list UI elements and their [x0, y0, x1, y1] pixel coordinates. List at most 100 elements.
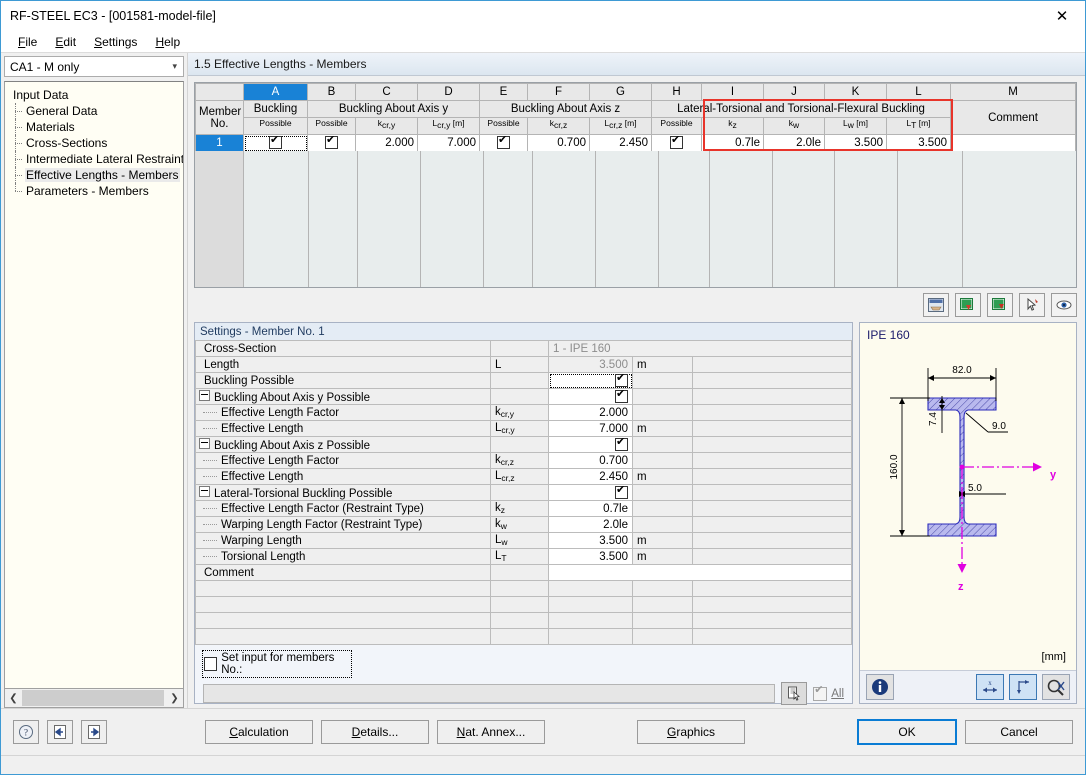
settings-row-length[interactable]: Length L 3.500 m	[196, 357, 852, 373]
checkbox-icon[interactable]	[325, 136, 338, 149]
settings-row-L-cr-z[interactable]: Effective Length Lcr,z 2.450 m	[196, 469, 852, 485]
next-arrow-icon[interactable]	[81, 720, 107, 744]
menu-item-help[interactable]: Help	[146, 33, 189, 51]
cell-k-cr-z[interactable]: 0.700	[528, 135, 590, 152]
cell-ltb-possible[interactable]	[652, 135, 702, 152]
column-header-L[interactable]: L	[887, 84, 951, 101]
settings-row-axis-y-possible[interactable]: Buckling About Axis y Possible	[196, 389, 852, 405]
details-button[interactable]: Details...	[321, 720, 429, 744]
column-header-A[interactable]: A	[244, 84, 308, 101]
column-header-J[interactable]: J	[764, 84, 825, 101]
column-header-I[interactable]: I	[702, 84, 764, 101]
member-numbers-input[interactable]	[203, 684, 775, 703]
corner-cell[interactable]	[196, 84, 244, 101]
sidebar-item-effective-lengths-members[interactable]: Effective Lengths - Members	[9, 167, 179, 183]
sidebar-item-intermediate-lateral-restraints[interactable]: Intermediate Lateral Restraints	[9, 151, 179, 167]
table-view-icon[interactable]	[923, 293, 949, 317]
column-header-K[interactable]: K	[825, 84, 887, 101]
settings-row-comment[interactable]: Comment	[196, 565, 852, 581]
export-excel-icon[interactable]	[987, 293, 1013, 317]
visibility-eye-icon[interactable]	[1051, 293, 1077, 317]
cell-L-cr-z[interactable]: 2.450	[590, 135, 652, 152]
table-row[interactable]: 1 2.000 7.000 0.700 2.450 0.7le 2.0le 3.…	[196, 135, 1076, 152]
checkbox-icon[interactable]	[670, 136, 683, 149]
scroll-right-icon[interactable]: ❯	[166, 689, 183, 707]
zoom-icon[interactable]	[1042, 674, 1070, 700]
load-case-combo[interactable]: CA1 - M only ▾	[4, 56, 184, 77]
pick-members-icon[interactable]	[781, 682, 807, 705]
settings-value-L-cr-y[interactable]: 7.000	[549, 421, 633, 437]
column-header-M[interactable]: M	[951, 84, 1076, 101]
column-header-G[interactable]: G	[590, 84, 652, 101]
ok-button[interactable]: OK	[857, 719, 957, 745]
sidebar-item-cross-sections[interactable]: Cross-Sections	[9, 135, 179, 151]
collapse-icon[interactable]	[199, 438, 210, 449]
checkbox-icon[interactable]	[204, 657, 217, 671]
settings-checkbox-axis-z[interactable]	[549, 437, 633, 453]
calculation-button[interactable]: Calculation	[205, 720, 313, 744]
info-icon[interactable]	[866, 674, 894, 700]
previous-arrow-icon[interactable]	[47, 720, 73, 744]
settings-checkbox-ltb[interactable]	[549, 485, 633, 501]
cell-buckling-possible[interactable]	[244, 135, 308, 152]
settings-value-k-z[interactable]: 0.7le	[549, 501, 633, 517]
settings-checkbox-axis-y[interactable]	[549, 389, 633, 405]
sidebar-item-general-data[interactable]: General Data	[9, 103, 179, 119]
settings-value-L-w[interactable]: 3.500	[549, 533, 633, 549]
column-header-D[interactable]: D	[418, 84, 480, 101]
graphics-button[interactable]: Graphics	[637, 720, 745, 744]
dimensions-icon[interactable]: x	[976, 674, 1004, 700]
column-header-C[interactable]: C	[356, 84, 418, 101]
help-icon[interactable]: ?	[13, 720, 39, 744]
settings-row-L-T[interactable]: Torsional Length LT 3.500 m	[196, 549, 852, 565]
cell-comment[interactable]	[951, 135, 1076, 152]
collapse-icon[interactable]	[199, 390, 210, 401]
import-excel-icon[interactable]	[955, 293, 981, 317]
settings-row-k-z[interactable]: Effective Length Factor (Restraint Type)…	[196, 501, 852, 517]
pick-cursor-icon[interactable]	[1019, 293, 1045, 317]
settings-value-k-cr-y[interactable]: 2.000	[549, 405, 633, 421]
cell-L-w[interactable]: 3.500	[825, 135, 887, 152]
settings-row-ltb-possible[interactable]: Lateral-Torsional Buckling Possible	[196, 485, 852, 501]
cell-axis-y-possible[interactable]	[308, 135, 356, 152]
column-header-B[interactable]: B	[308, 84, 356, 101]
settings-value-L-cr-z[interactable]: 2.450	[549, 469, 633, 485]
cell-axis-z-possible[interactable]	[480, 135, 528, 152]
settings-value-k-w[interactable]: 2.0le	[549, 517, 633, 533]
sidebar-item-parameters-members[interactable]: Parameters - Members	[9, 183, 179, 199]
sidebar-horizontal-scrollbar[interactable]: ❮ ❯	[4, 689, 184, 708]
settings-row-k-cr-y[interactable]: Effective Length Factor kcr,y 2.000	[196, 405, 852, 421]
cell-k-cr-y[interactable]: 2.000	[356, 135, 418, 152]
column-header-H[interactable]: H	[652, 84, 702, 101]
scroll-left-icon[interactable]: ❮	[5, 689, 22, 707]
checkbox-icon[interactable]	[269, 136, 282, 149]
checkbox-icon[interactable]	[615, 486, 628, 499]
all-members-checkbox[interactable]: All	[813, 687, 844, 701]
checkbox-icon[interactable]	[497, 136, 510, 149]
settings-row-L-w[interactable]: Warping Length Lw 3.500 m	[196, 533, 852, 549]
checkbox-icon[interactable]	[615, 438, 628, 451]
settings-value-L-T[interactable]: 3.500	[549, 549, 633, 565]
effective-lengths-table[interactable]: A B C D E F G H I J K L M	[194, 82, 1077, 288]
settings-value-comment[interactable]	[549, 565, 852, 581]
nat-annex-button[interactable]: Nat. Annex...	[437, 720, 545, 744]
checkbox-icon[interactable]	[615, 390, 628, 403]
cancel-button[interactable]: Cancel	[965, 720, 1073, 744]
menu-item-edit[interactable]: Edit	[46, 33, 85, 51]
column-header-E[interactable]: E	[480, 84, 528, 101]
collapse-icon[interactable]	[199, 486, 210, 497]
cell-L-cr-y[interactable]: 7.000	[418, 135, 480, 152]
scroll-thumb[interactable]	[22, 690, 164, 706]
settings-row-k-cr-z[interactable]: Effective Length Factor kcr,z 0.700	[196, 453, 852, 469]
close-icon[interactable]: ✕	[1039, 1, 1085, 31]
menu-item-file[interactable]: File	[9, 33, 46, 51]
tree-root-input-data[interactable]: Input Data	[9, 87, 179, 103]
cell-k-z[interactable]: 0.7le	[702, 135, 764, 152]
settings-checkbox-buckling-possible[interactable]	[549, 373, 633, 389]
checkbox-icon[interactable]	[615, 374, 628, 387]
settings-row-cross-section[interactable]: Cross-Section 1 - IPE 160	[196, 341, 852, 357]
checkbox-icon[interactable]	[813, 687, 827, 701]
axes-icon[interactable]	[1009, 674, 1037, 700]
cell-k-w[interactable]: 2.0le	[764, 135, 825, 152]
cell-L-T[interactable]: 3.500	[887, 135, 951, 152]
